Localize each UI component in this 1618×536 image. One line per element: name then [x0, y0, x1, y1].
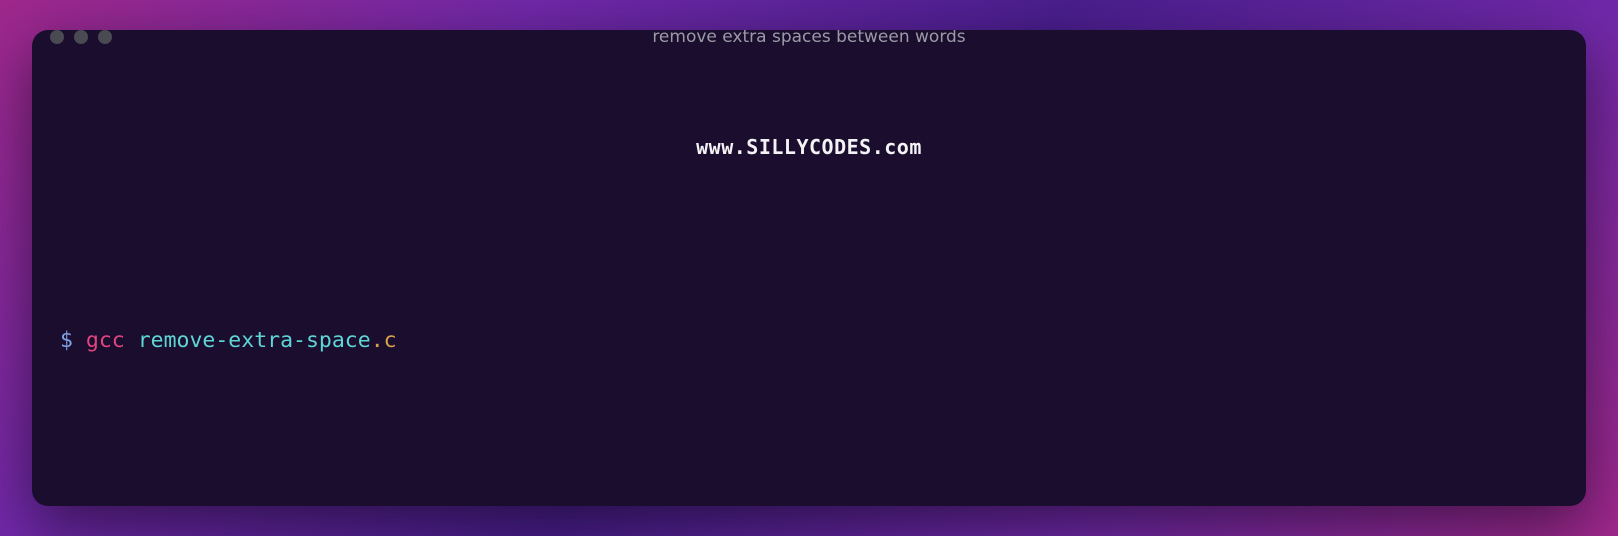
prompt-symbol: $	[60, 328, 73, 353]
source-ext: .c	[371, 328, 397, 353]
maximize-icon[interactable]	[98, 30, 112, 44]
minimize-icon[interactable]	[74, 30, 88, 44]
close-icon[interactable]	[50, 30, 64, 44]
traffic-lights	[50, 30, 112, 44]
watermark: www.SILLYCODES.com	[32, 128, 1586, 167]
terminal-body[interactable]: www.SILLYCODES.com $ gcc remove-extra-sp…	[32, 44, 1586, 506]
titlebar: remove extra spaces between words	[32, 30, 1586, 44]
source-stem: remove-extra-space	[138, 328, 371, 353]
cmd-gcc: gcc	[86, 328, 125, 353]
terminal-line: $ gcc remove-extra-space.c	[60, 320, 1558, 362]
terminal-window: remove extra spaces between words www.SI…	[32, 30, 1586, 506]
